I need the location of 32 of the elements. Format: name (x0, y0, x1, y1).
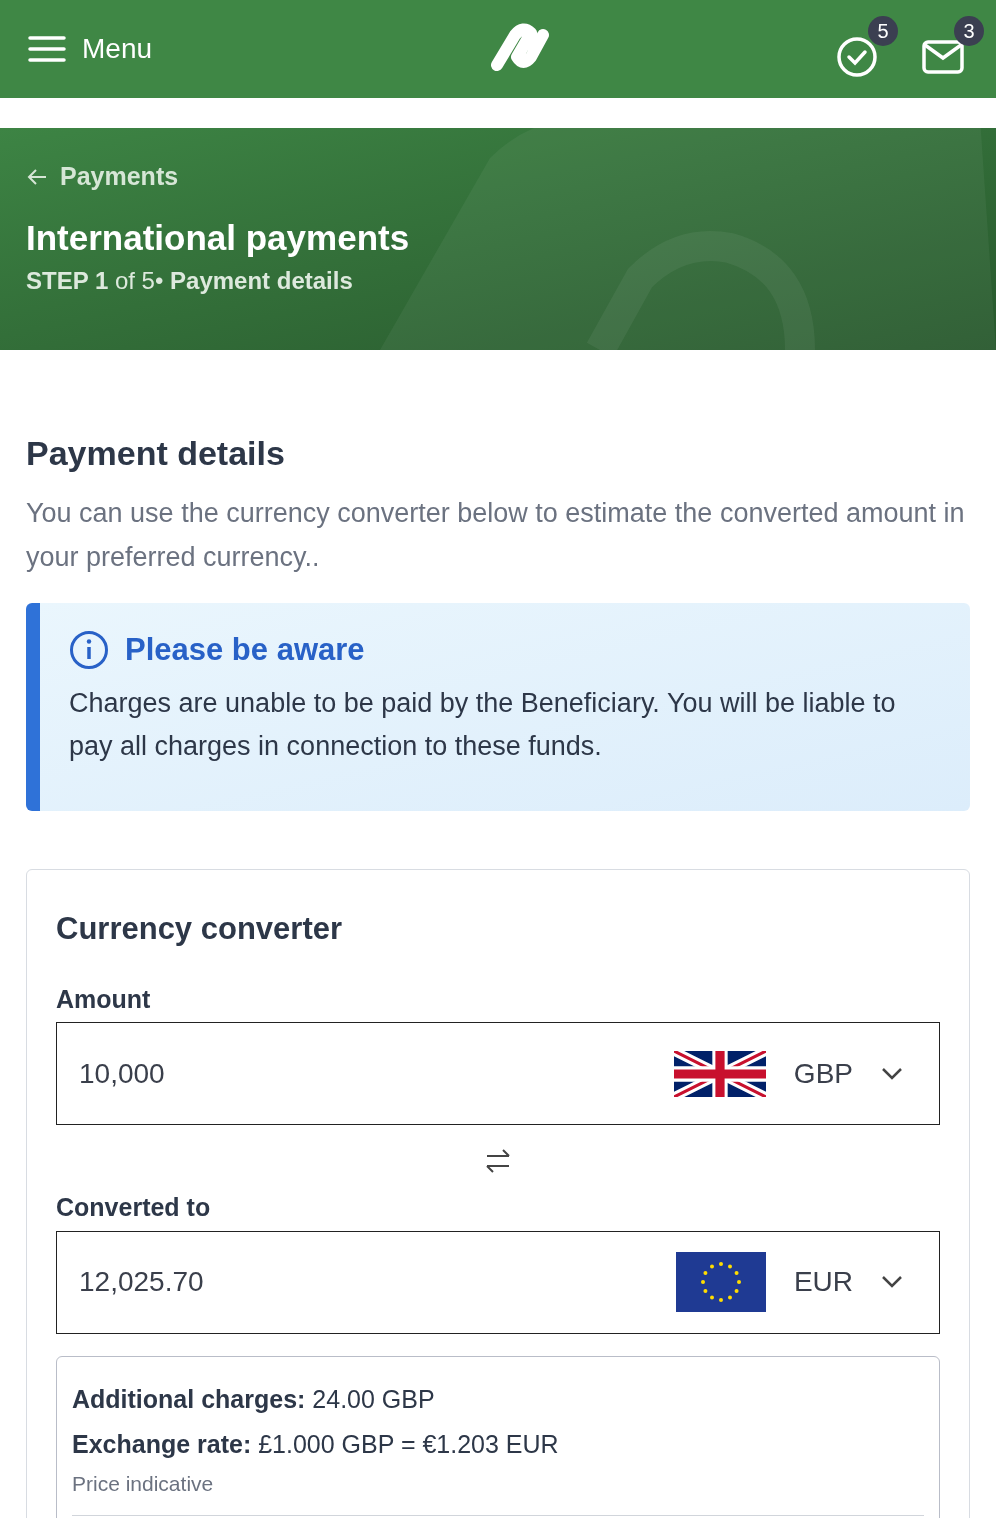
messages-button[interactable]: 3 (918, 16, 984, 82)
flag-icon (675, 1252, 766, 1312)
field-label: Converted to (56, 1192, 212, 1223)
swap-icon[interactable] (484, 1147, 512, 1175)
charge-detail: Exchange rate: £1.000 GBP = €1.203 EUR (72, 1430, 559, 1458)
menu-button[interactable]: Menu (28, 28, 153, 70)
page-title: International payments (26, 216, 411, 259)
chevron-down-icon (881, 1275, 903, 1289)
step-indicator: STEP 1 of 5• Payment details (26, 266, 354, 297)
amount-field[interactable]: 12,025.70 EUR (56, 1230, 940, 1334)
notice-text: Charges are unable to be paid by the Beneficiary. You will be liable to pay all charges in connection to these funds. (69, 686, 897, 763)
check-circle-icon (836, 36, 878, 78)
flag-icon (673, 1050, 766, 1097)
field-label: Amount (56, 983, 152, 1015)
back-link[interactable]: Payments (26, 158, 970, 196)
info-icon (69, 630, 109, 671)
currency-select[interactable]: GBP (793, 1052, 903, 1095)
currency-select[interactable]: EUR (793, 1261, 903, 1303)
tasks-button[interactable]: 5 (832, 16, 898, 82)
count-badge: 3 (954, 16, 984, 46)
menu-icon (28, 35, 66, 63)
chevron-down-icon (881, 1066, 903, 1081)
section-title: Payment details (26, 433, 286, 474)
mail-icon (922, 40, 964, 74)
card-title: Currency converter (56, 910, 343, 948)
amount-field[interactable]: 10,000 GBP (56, 1022, 940, 1125)
intro-text: You can use the currency converter below to estimate the converted amount in your preferred currency.. (26, 497, 966, 574)
notice-title: Please be aware (125, 631, 365, 669)
price-note: Price indicative (72, 1471, 214, 1495)
back-arrow-icon (26, 167, 48, 186)
count-badge: 5 (868, 16, 898, 46)
charge-detail: Additional charges: 24.00 GBP (72, 1384, 435, 1413)
